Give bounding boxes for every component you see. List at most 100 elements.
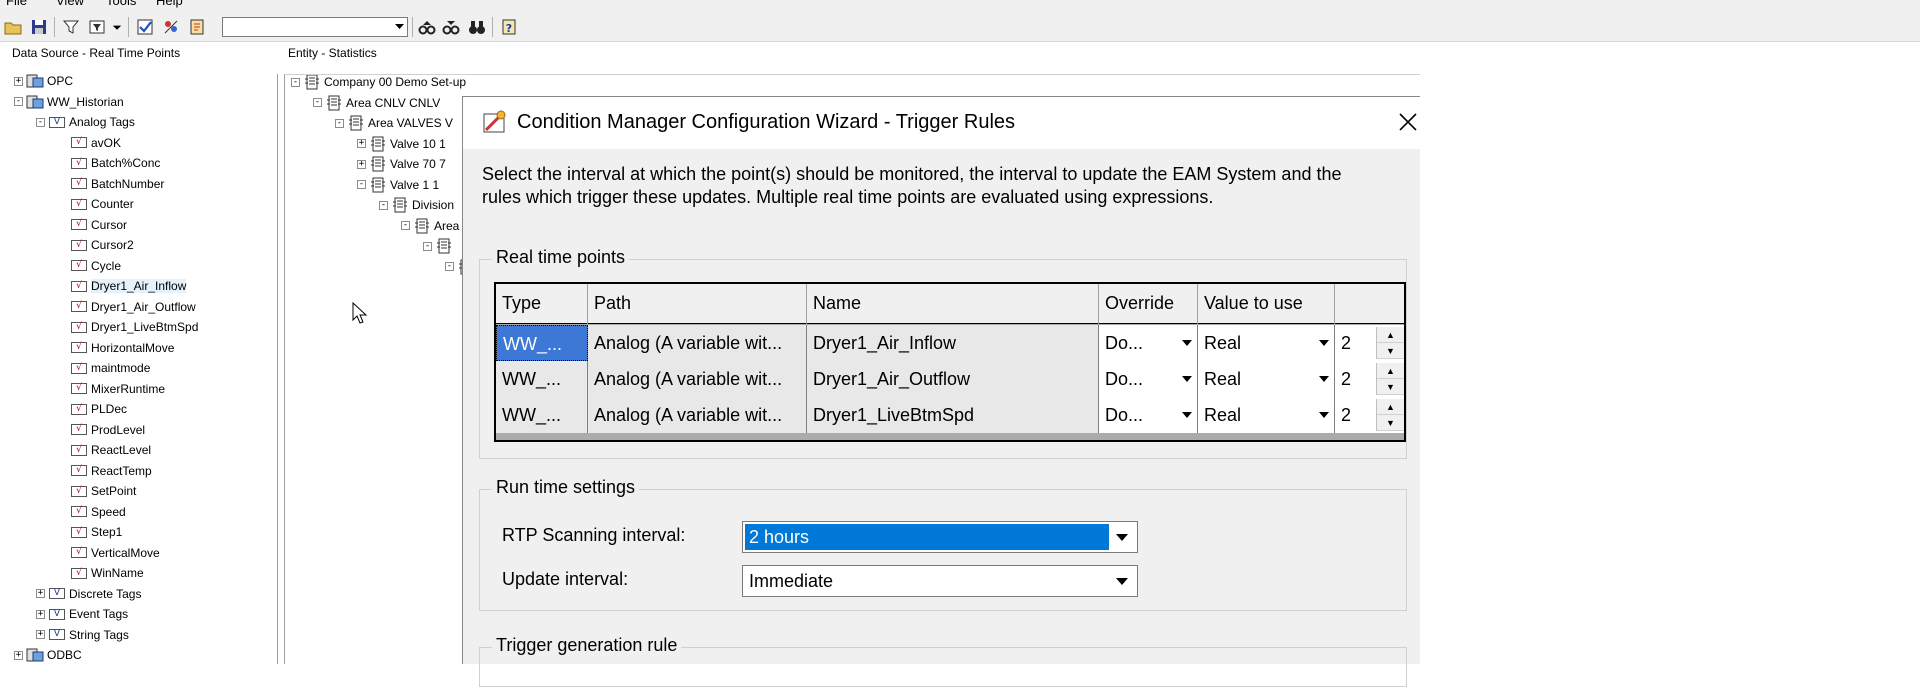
decimals-spinner[interactable]: ▲ ▼: [1376, 363, 1404, 395]
tree-node[interactable]: √ HorizontalMove: [58, 339, 174, 357]
grid-row[interactable]: WW_... Analog (A variable wit... Dryer1_Ai…: [496, 325, 1404, 361]
entity-node[interactable]: - Area CNLV CNLV: [313, 94, 440, 112]
spin-down-icon[interactable]: ▼: [1377, 343, 1404, 359]
collapse-icon[interactable]: -: [423, 241, 432, 251]
tree-node[interactable]: √ VerticalMove: [58, 544, 160, 562]
expand-icon[interactable]: +: [36, 609, 45, 619]
tree-node[interactable]: √ maintmode: [58, 359, 150, 377]
entity-node[interactable]: - Valve 1 1: [357, 176, 439, 194]
spin-up-icon[interactable]: ▲: [1377, 399, 1404, 415]
filter-icon[interactable]: [60, 16, 82, 38]
spin-down-icon[interactable]: ▼: [1377, 415, 1404, 431]
cell-value-to-use[interactable]: Real: [1198, 325, 1335, 361]
tree-node[interactable]: √ Dryer1_LiveBtmSpd: [58, 318, 198, 336]
tree-node[interactable]: - V Analog Tags: [36, 113, 135, 131]
collapse-icon[interactable]: -: [445, 262, 454, 271]
tree-node[interactable]: + V Discrete Tags: [36, 585, 141, 603]
col-override[interactable]: Override: [1099, 284, 1198, 324]
col-extra[interactable]: [1335, 284, 1404, 324]
close-button[interactable]: [1395, 109, 1421, 135]
chevron-down-icon[interactable]: [1177, 325, 1197, 361]
cell-decimals[interactable]: 2 ▲ ▼: [1335, 325, 1404, 361]
cell-decimals[interactable]: 2 ▲ ▼: [1335, 361, 1404, 397]
tree-node[interactable]: √ WinName: [58, 564, 144, 582]
tree-node[interactable]: √ Speed: [58, 503, 126, 521]
spin-down-icon[interactable]: ▼: [1377, 379, 1404, 395]
expand-icon[interactable]: +: [36, 630, 45, 639]
chevron-down-icon[interactable]: [1314, 325, 1334, 361]
tree-node[interactable]: √ Counter: [58, 195, 134, 213]
tree-node[interactable]: √ Cycle: [58, 257, 121, 275]
chevron-down-icon[interactable]: [1177, 397, 1197, 433]
collapse-icon[interactable]: -: [335, 118, 344, 128]
cell-name[interactable]: Dryer1_LiveBtmSpd: [807, 397, 1099, 433]
tree-node[interactable]: √ ReactTemp: [58, 462, 152, 480]
filter-options-icon[interactable]: [86, 16, 108, 38]
expand-icon[interactable]: +: [14, 650, 23, 660]
chevron-down-icon[interactable]: [1109, 568, 1135, 594]
collapse-icon[interactable]: -: [357, 180, 366, 189]
find-next-icon[interactable]: [440, 16, 462, 38]
col-path[interactable]: Path: [588, 284, 807, 324]
cell-name[interactable]: Dryer1_Air_Outflow: [807, 361, 1099, 397]
col-type[interactable]: Type: [496, 284, 588, 324]
cell-override[interactable]: Do...: [1099, 325, 1198, 361]
tree-node[interactable]: √ Cursor2: [58, 236, 134, 254]
tree-node[interactable]: - WW_Historian: [14, 93, 124, 111]
collapse-icon[interactable]: -: [313, 98, 322, 107]
menu-tools[interactable]: Tools: [106, 0, 136, 8]
binoculars-icon[interactable]: [466, 16, 488, 38]
cell-override[interactable]: Do...: [1099, 397, 1198, 433]
expand-icon[interactable]: +: [357, 159, 366, 169]
collapse-icon[interactable]: -: [401, 221, 410, 230]
expand-icon[interactable]: +: [14, 76, 23, 86]
tree-node[interactable]: √ Cursor: [58, 216, 127, 234]
tree-node[interactable]: √ PLDec: [58, 400, 127, 418]
collapse-icon[interactable]: -: [36, 117, 45, 127]
cell-type[interactable]: WW_...: [496, 361, 588, 397]
entity-node[interactable]: - Area VALVES V: [335, 114, 453, 132]
dropdown-arrow-icon[interactable]: [110, 16, 124, 38]
decimals-spinner[interactable]: ▲ ▼: [1376, 327, 1404, 359]
settings-icon[interactable]: [186, 16, 208, 38]
tree-node[interactable]: √ BatchNumber: [58, 175, 164, 193]
menu-file[interactable]: File: [6, 0, 27, 8]
col-value-to-use[interactable]: Value to use: [1198, 284, 1335, 324]
data-source-tree[interactable]: + OPC - WW_Historian - V Analog Tags √ avOK √ Batc…: [0, 74, 278, 664]
find-previous-icon[interactable]: [416, 16, 438, 38]
points-icon[interactable]: [160, 16, 182, 38]
spin-up-icon[interactable]: ▲: [1377, 363, 1404, 379]
entity-node[interactable]: - Company 00 Demo Set-up: [291, 75, 466, 91]
tree-node[interactable]: + V Event Tags: [36, 605, 128, 623]
chevron-down-icon[interactable]: [1109, 524, 1135, 550]
tree-node[interactable]: + ODBC: [14, 646, 82, 664]
decimals-spinner[interactable]: ▲ ▼: [1376, 399, 1404, 431]
toolbar-combo[interactable]: [222, 17, 408, 37]
grid-row[interactable]: WW_... Analog (A variable wit... Dryer1_Li…: [496, 397, 1404, 433]
cell-type[interactable]: WW_...: [496, 325, 588, 361]
chevron-down-icon[interactable]: [391, 18, 407, 36]
cell-name[interactable]: Dryer1_Air_Inflow: [807, 325, 1099, 361]
cell-path[interactable]: Analog (A variable wit...: [588, 361, 807, 397]
entity-node[interactable]: - Division: [379, 196, 454, 214]
cell-override[interactable]: Do...: [1099, 361, 1198, 397]
tree-node[interactable]: √ MixerRuntime: [58, 380, 165, 398]
expand-icon[interactable]: +: [357, 139, 366, 148]
col-name[interactable]: Name: [807, 284, 1099, 324]
entity-node[interactable]: + Valve 10 1: [357, 135, 446, 153]
tree-node[interactable]: √ avOK: [58, 134, 121, 152]
tree-node[interactable]: √ Dryer1_Air_Outflow: [58, 298, 196, 316]
tree-node[interactable]: + V String Tags: [36, 626, 129, 644]
tree-node[interactable]: √ Step1: [58, 523, 122, 541]
open-folder-icon[interactable]: [2, 16, 24, 38]
menu-help[interactable]: Help: [156, 0, 183, 8]
entity-node[interactable]: - Area: [401, 217, 459, 235]
cell-value-to-use[interactable]: Real: [1198, 361, 1335, 397]
cell-value-to-use[interactable]: Real: [1198, 397, 1335, 433]
entity-node[interactable]: + Valve 70 7: [357, 155, 446, 173]
spin-up-icon[interactable]: ▲: [1377, 327, 1404, 343]
rtp-scan-select[interactable]: 2 hours: [742, 521, 1138, 553]
entity-node[interactable]: -: [423, 237, 456, 255]
collapse-icon[interactable]: -: [379, 200, 388, 210]
tree-node[interactable]: √ ProdLevel: [58, 421, 145, 439]
